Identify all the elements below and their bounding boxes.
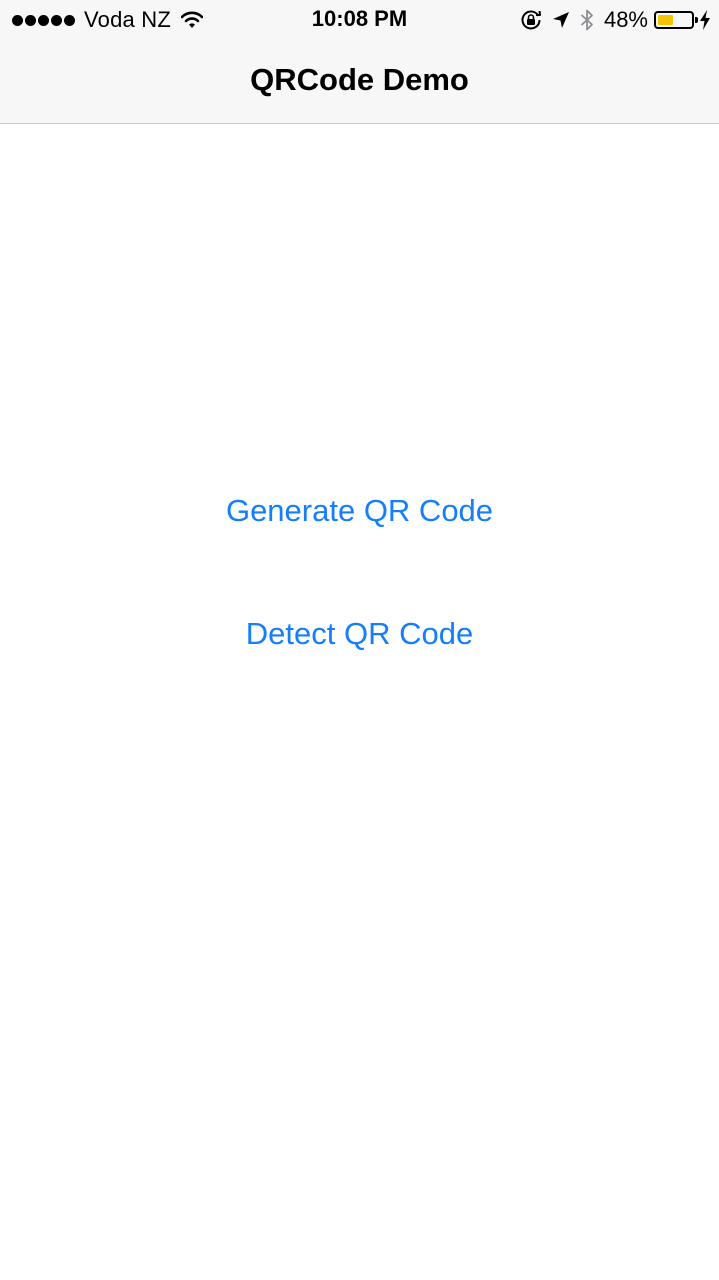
carrier-name: Voda NZ [84, 7, 172, 32]
orientation-lock-icon [521, 10, 541, 30]
page-title: QRCode Demo [250, 62, 469, 97]
screen: Voda NZ 10:08 PM 48% QRCode Demo Generat… [0, 0, 719, 1280]
charging-bolt-icon [700, 10, 710, 30]
generate-qr-code-button[interactable]: Generate QR Code [0, 491, 719, 531]
battery-level-fill [658, 15, 673, 25]
signal-dots-icon [12, 14, 75, 26]
navigation-bar: QRCode Demo [0, 40, 719, 123]
status-left: Voda NZ [12, 7, 204, 33]
top-chrome: Voda NZ 10:08 PM 48% QRCode Demo [0, 0, 719, 124]
bluetooth-icon [580, 9, 593, 31]
status-time: 10:08 PM [311, 6, 408, 31]
wifi-icon [181, 11, 204, 28]
detect-qr-code-button[interactable]: Detect QR Code [0, 614, 719, 654]
status-right: 48% [520, 6, 711, 34]
battery-percent: 48% [603, 7, 648, 32]
location-arrow-icon [552, 12, 569, 28]
battery-icon [654, 11, 698, 29]
status-bar: Voda NZ 10:08 PM 48% [0, 0, 719, 40]
battery-tip [695, 17, 698, 23]
